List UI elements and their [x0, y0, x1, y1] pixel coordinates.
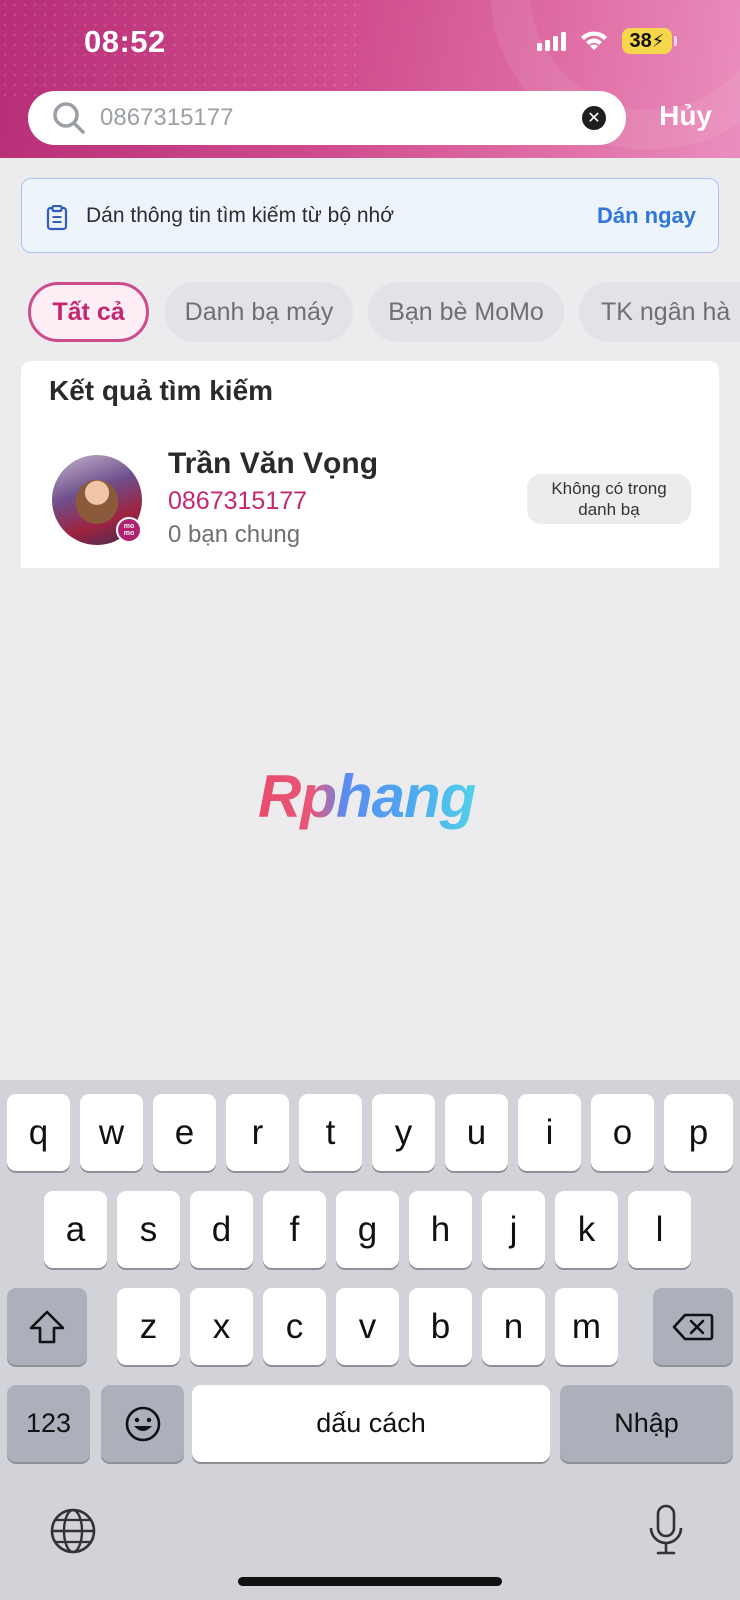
key-b[interactable]: b	[409, 1288, 472, 1365]
home-indicator[interactable]	[238, 1577, 502, 1586]
key-i[interactable]: i	[518, 1094, 581, 1171]
emoji-icon	[125, 1406, 160, 1441]
key-k[interactable]: k	[555, 1191, 618, 1268]
key-h[interactable]: h	[409, 1191, 472, 1268]
status-time: 08:52	[84, 24, 166, 59]
key-j[interactable]: j	[482, 1191, 545, 1268]
momo-badge-text-bottom: mo	[123, 530, 135, 537]
key-e[interactable]: e	[153, 1094, 216, 1171]
search-bar[interactable]: ✕	[28, 91, 626, 145]
paste-banner: Dán thông tin tìm kiếm từ bộ nhớ Dán nga…	[21, 178, 719, 253]
contact-name: Trần Văn Vọng	[168, 447, 379, 480]
not-in-contacts-badge: Không có trong danh bạ	[527, 474, 691, 524]
key-d[interactable]: d	[190, 1191, 253, 1268]
key-g[interactable]: g	[336, 1191, 399, 1268]
cellular-signal-icon	[537, 31, 566, 51]
clipboard-icon	[46, 205, 68, 231]
key-v[interactable]: v	[336, 1288, 399, 1365]
key-f[interactable]: f	[263, 1191, 326, 1268]
charging-bolt-icon: ⚡	[651, 30, 665, 51]
key-o[interactable]: o	[591, 1094, 654, 1171]
contact-phone: 0867315177	[168, 487, 308, 515]
clear-search-icon[interactable]: ✕	[582, 106, 606, 130]
momo-badge-text-top: mo	[123, 523, 135, 530]
contact-mutual-friends: 0 bạn chung	[168, 521, 301, 548]
key-c[interactable]: c	[263, 1288, 326, 1365]
shift-arrow-icon	[29, 1310, 65, 1343]
key-p[interactable]: p	[664, 1094, 733, 1171]
key-q[interactable]: q	[7, 1094, 70, 1171]
key-n[interactable]: n	[482, 1288, 545, 1365]
key-l[interactable]: l	[628, 1191, 691, 1268]
search-icon	[53, 102, 85, 134]
globe-icon[interactable]	[49, 1507, 97, 1555]
header-dots-decoration	[0, 0, 360, 100]
shift-key[interactable]	[7, 1288, 87, 1365]
search-input[interactable]	[100, 99, 580, 137]
key-u[interactable]: u	[445, 1094, 508, 1171]
numbers-key[interactable]: 123	[7, 1385, 90, 1462]
key-a[interactable]: a	[44, 1191, 107, 1268]
key-y[interactable]: y	[372, 1094, 435, 1171]
emoji-key[interactable]	[101, 1385, 184, 1462]
key-m[interactable]: m	[555, 1288, 618, 1365]
battery-icon: 38 ⚡	[622, 28, 677, 54]
key-z[interactable]: z	[117, 1288, 180, 1365]
return-key[interactable]: Nhập	[560, 1385, 733, 1462]
filter-chips: Tất cả Danh bạ máy Bạn bè MoMo TK ngân h…	[28, 282, 740, 346]
space-key[interactable]: dấu cách	[192, 1385, 550, 1462]
chip-all[interactable]: Tất cả	[28, 282, 149, 342]
battery-level: 38	[629, 29, 652, 52]
wifi-icon	[581, 31, 607, 50]
key-x[interactable]: x	[190, 1288, 253, 1365]
results-title: Kết quả tìm kiếm	[49, 375, 274, 406]
key-s[interactable]: s	[117, 1191, 180, 1268]
backspace-icon	[672, 1313, 714, 1340]
key-r[interactable]: r	[226, 1094, 289, 1171]
chip-momo-friends[interactable]: Bạn bè MoMo	[368, 282, 564, 342]
watermark-logo: Rphang	[258, 763, 476, 830]
paste-banner-text: Dán thông tin tìm kiếm từ bộ nhớ	[86, 204, 394, 227]
badge-line-1: Không có trong	[551, 479, 667, 498]
chip-bank-accounts[interactable]: TK ngân hà	[579, 282, 740, 342]
search-results: Kết quả tìm kiếm mo mo Trần Văn Vọng 0867…	[21, 361, 719, 568]
cancel-button[interactable]: Hủy	[659, 100, 712, 132]
momo-badge-icon: mo mo	[116, 517, 142, 543]
chip-phone-contacts[interactable]: Danh bạ máy	[165, 282, 353, 342]
key-t[interactable]: t	[299, 1094, 362, 1171]
backspace-key[interactable]	[653, 1288, 733, 1365]
microphone-icon[interactable]	[647, 1504, 685, 1556]
status-icons: 38 ⚡	[537, 28, 677, 54]
keyboard: q w e r t y u i o p a s d f g h j k l z …	[0, 1080, 740, 1600]
badge-line-2: danh bạ	[578, 500, 640, 519]
paste-now-button[interactable]: Dán ngay	[597, 203, 696, 229]
app-header: 08:52 38⚡ ✕ Hủy	[0, 0, 740, 158]
key-w[interactable]: w	[80, 1094, 143, 1171]
